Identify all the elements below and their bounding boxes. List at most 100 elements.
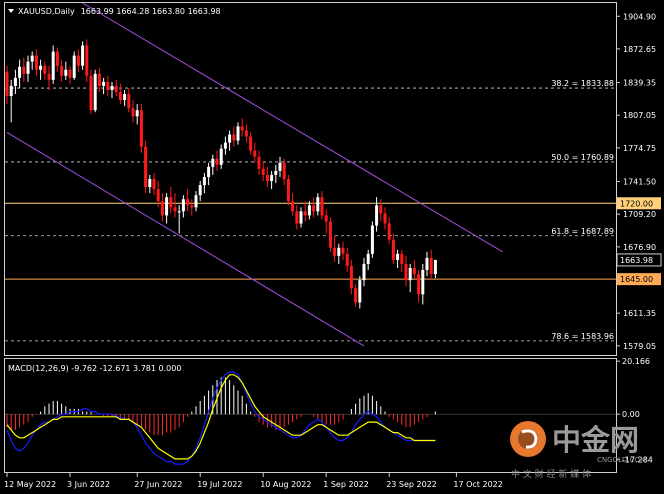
candlesticks bbox=[5, 39, 437, 309]
candle-up bbox=[13, 77, 17, 86]
candle-down bbox=[240, 126, 244, 131]
x-tick-label: 27 Jun 2022 bbox=[134, 480, 182, 489]
candle-up bbox=[316, 197, 320, 212]
collapse-triangle-icon[interactable] bbox=[8, 9, 14, 13]
candle-down bbox=[345, 253, 349, 266]
watermark-domain: CNGOLD.COM bbox=[597, 456, 646, 464]
fib-label: 38.2 = 1833.88 bbox=[551, 79, 614, 88]
candle-up bbox=[396, 253, 400, 260]
candle-up bbox=[30, 55, 34, 62]
candle-down bbox=[169, 197, 173, 208]
candle-down bbox=[106, 81, 110, 90]
candle-down bbox=[131, 108, 135, 117]
candle-up bbox=[181, 199, 185, 212]
y-tick-label: 1839.35 bbox=[623, 79, 656, 88]
candle-up bbox=[366, 253, 370, 264]
macd-signal-line bbox=[6, 374, 436, 460]
candle-down bbox=[354, 288, 358, 303]
last-price-label: 1663.98 bbox=[620, 256, 653, 265]
candle-down bbox=[55, 51, 59, 66]
candle-down bbox=[320, 197, 324, 216]
candle-down bbox=[160, 201, 164, 216]
candle-down bbox=[282, 162, 286, 179]
candle-up bbox=[72, 55, 76, 78]
candle-up bbox=[39, 65, 43, 70]
candle-down bbox=[257, 156, 261, 169]
candle-up bbox=[198, 185, 202, 196]
candle-down bbox=[244, 130, 248, 137]
main-chart-frame bbox=[4, 2, 617, 356]
y-tick-label: 1807.05 bbox=[623, 111, 656, 120]
candle-down bbox=[286, 179, 290, 202]
candle-down bbox=[114, 85, 118, 93]
candle-down bbox=[156, 189, 160, 202]
candle-down bbox=[232, 134, 236, 141]
y-tick-label: 1579.05 bbox=[623, 342, 656, 351]
candle-down bbox=[312, 205, 316, 212]
candle-down bbox=[127, 94, 131, 109]
candle-down bbox=[333, 247, 337, 256]
candle-down bbox=[341, 247, 345, 254]
candle-up bbox=[165, 197, 169, 216]
candle-down bbox=[429, 257, 433, 275]
fib-label: 61.8 = 1687.89 bbox=[551, 227, 614, 236]
candle-up bbox=[202, 176, 206, 186]
candle-up bbox=[358, 280, 362, 303]
candle-up bbox=[270, 174, 274, 182]
candle-down bbox=[186, 199, 190, 206]
candle-down bbox=[412, 268, 416, 275]
x-tick-label: 12 May 2022 bbox=[4, 480, 56, 489]
y-tick-label: 1676.90 bbox=[623, 243, 656, 252]
candle-up bbox=[228, 134, 232, 143]
candle-up bbox=[223, 142, 227, 149]
candle-up bbox=[274, 170, 278, 175]
watermark-tagline: 中 文 财 经 新 媒 体 bbox=[511, 468, 591, 480]
y-tick-label: 1904.90 bbox=[623, 12, 656, 21]
candle-up bbox=[123, 94, 127, 101]
candle-down bbox=[391, 239, 395, 260]
chart-title: XAUUSD,Daily 1663.99 1664.28 1663.80 1663… bbox=[18, 7, 221, 16]
candle-up bbox=[194, 195, 198, 208]
macd-y-tick-label: 20.166 bbox=[622, 357, 650, 366]
candle-down bbox=[173, 207, 177, 212]
x-tick-label: 17 Oct 2022 bbox=[453, 480, 502, 489]
candle-down bbox=[261, 168, 265, 175]
candle-up bbox=[177, 211, 181, 213]
x-tick-label: 23 Sep 2022 bbox=[386, 480, 437, 489]
candle-down bbox=[295, 211, 299, 224]
candle-down bbox=[215, 158, 219, 165]
candle-up bbox=[102, 81, 106, 86]
candle-down bbox=[47, 73, 51, 80]
candle-up bbox=[148, 179, 152, 188]
channel-lower-line bbox=[6, 132, 365, 347]
candle-up bbox=[51, 51, 55, 80]
candle-up bbox=[93, 73, 97, 111]
candle-down bbox=[404, 263, 408, 281]
candle-up bbox=[207, 166, 211, 177]
candle-up bbox=[433, 259, 437, 275]
candle-up bbox=[110, 85, 114, 90]
candle-up bbox=[425, 257, 429, 271]
time-axis: 12 May 2022 3 Jun 2022 27 Jun 2022 19 Jul 2… bbox=[4, 472, 503, 489]
x-tick-label: 19 Jul 2022 bbox=[197, 480, 242, 489]
y-tick-label: 1774.75 bbox=[623, 144, 656, 153]
candle-down bbox=[89, 75, 93, 111]
candle-up bbox=[337, 247, 341, 256]
candle-down bbox=[265, 174, 269, 182]
y-tick-label: 1741.50 bbox=[623, 178, 656, 187]
candle-up bbox=[64, 69, 68, 76]
price-axis: 1904.90 1872.65 1839.35 1807.05 1774.75 1741.… bbox=[616, 12, 656, 351]
candle-up bbox=[18, 66, 22, 78]
level-label: 1720.00 bbox=[620, 199, 653, 208]
candle-down bbox=[85, 45, 89, 76]
x-tick-label: 10 Aug 2022 bbox=[260, 480, 311, 489]
candle-up bbox=[9, 85, 13, 97]
fib-label: 50.0 = 1760.89 bbox=[551, 153, 614, 162]
candle-down bbox=[43, 65, 47, 74]
candle-up bbox=[362, 263, 366, 281]
candle-down bbox=[387, 223, 391, 240]
fib-label: 78.6 = 1583.96 bbox=[551, 332, 614, 341]
candle-down bbox=[349, 265, 353, 289]
level-label: 1645.00 bbox=[620, 275, 653, 284]
candle-up bbox=[375, 205, 379, 226]
